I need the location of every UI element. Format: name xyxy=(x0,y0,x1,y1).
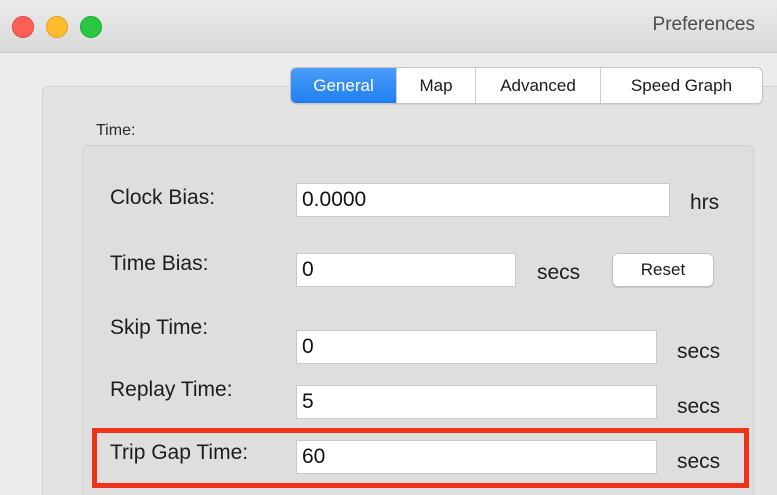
tab-map[interactable]: Map xyxy=(397,68,476,103)
time-bias-field[interactable]: 0 xyxy=(296,253,516,287)
replay-time-unit: secs xyxy=(677,395,721,418)
skip-time-field[interactable]: 0 xyxy=(296,330,657,364)
clock-bias-field[interactable]: 0.0000 xyxy=(296,183,670,217)
preferences-window: Preferences General Map Advanced Speed G… xyxy=(0,0,777,495)
window-title: Preferences xyxy=(652,14,755,35)
replay-time-label: Replay Time: xyxy=(110,378,233,401)
reset-button[interactable]: Reset xyxy=(612,253,714,287)
maximize-window-button[interactable] xyxy=(80,16,102,38)
tab-speed-graph[interactable]: Speed Graph xyxy=(601,68,762,103)
skip-time-label: Skip Time: xyxy=(110,316,209,339)
tab-advanced[interactable]: Advanced xyxy=(476,68,601,103)
replay-time-field[interactable]: 5 xyxy=(296,385,657,419)
trip-gap-time-highlight-box xyxy=(92,428,749,488)
time-bias-unit: secs xyxy=(537,261,581,284)
tab-general[interactable]: General xyxy=(291,68,397,103)
clock-bias-label: Clock Bias: xyxy=(110,186,216,209)
clock-bias-unit: hrs xyxy=(690,191,720,214)
title-bar[interactable]: Preferences xyxy=(0,0,777,53)
skip-time-unit: secs xyxy=(677,340,721,363)
time-bias-label: Time Bias: xyxy=(110,252,209,275)
time-section-label: Time: xyxy=(96,122,136,139)
minimize-window-button[interactable] xyxy=(46,16,68,38)
close-window-button[interactable] xyxy=(12,16,34,38)
tab-bar: General Map Advanced Speed Graph xyxy=(290,67,763,104)
